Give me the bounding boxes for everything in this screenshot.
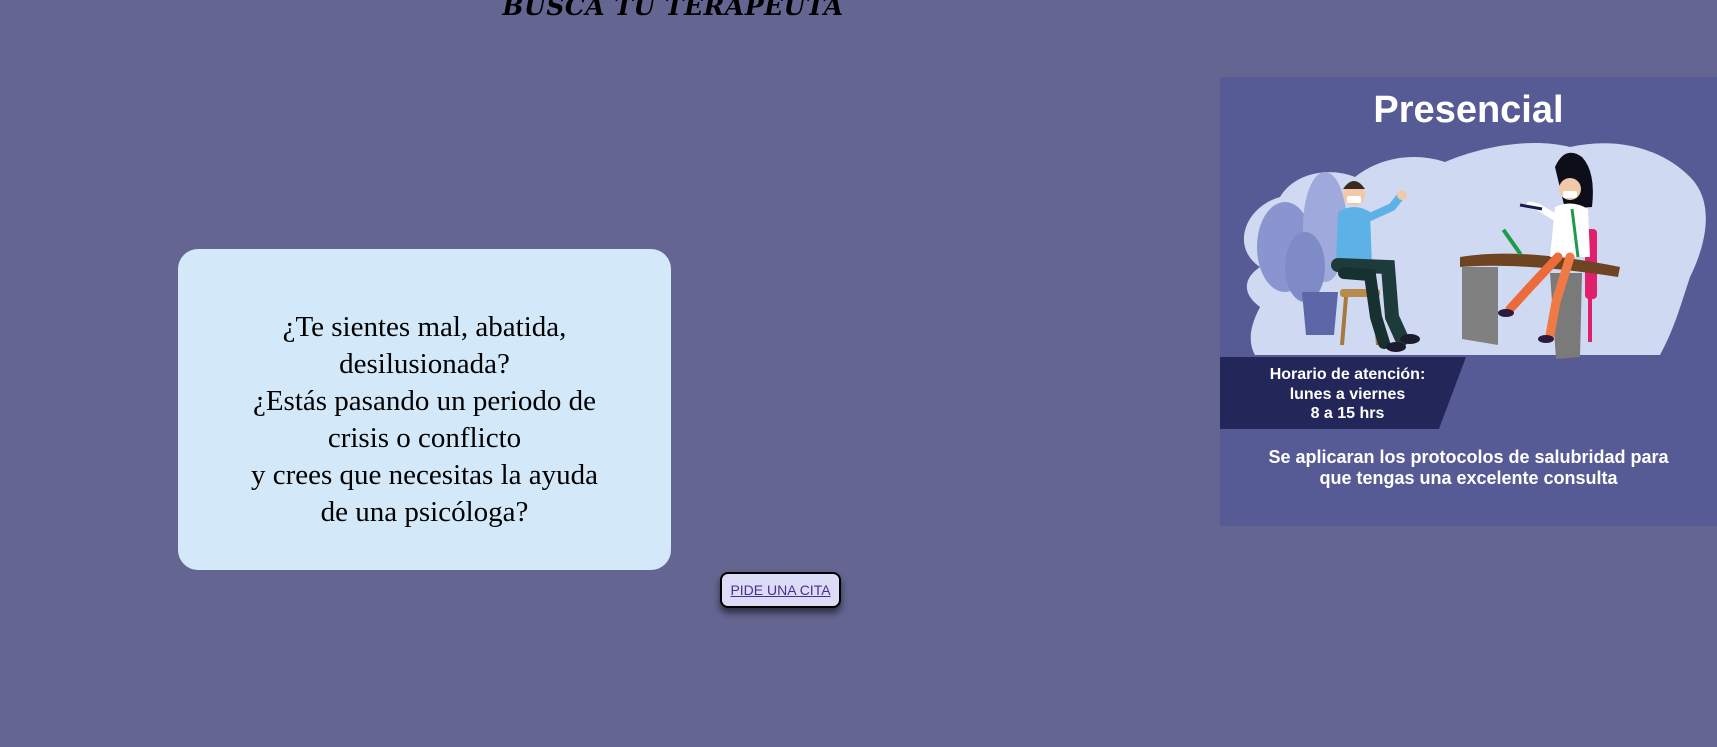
book-appointment-link[interactable]: PIDE UNA CITA	[730, 582, 830, 598]
message-line: ¿Te sientes mal, abatida,	[282, 310, 567, 343]
hours-time: 8 a 15 hrs	[1310, 405, 1385, 422]
message-line: y crees que necesitas la ayuda	[250, 458, 599, 491]
hours-days: lunes a viernes	[1289, 386, 1406, 403]
book-appointment-button[interactable]: PIDE UNA CITA	[720, 572, 841, 608]
promo-banner: Presencial Horario de atención: lunes a …	[1220, 77, 1717, 526]
message-card: ¿Te sientes mal, abatida, desilusionada?…	[178, 249, 671, 570]
message-line: ¿Estás pasando un periodo de	[252, 384, 597, 417]
message-line: crisis o conflicto	[327, 421, 522, 454]
message-line: de una psicóloga?	[320, 495, 529, 528]
page-title: BUSCA TU TERAPEUTA	[502, 0, 844, 21]
message-text: ¿Te sientes mal, abatida, desilusionada?…	[205, 309, 645, 531]
protocol-text: Se aplicaran los protocolos de salubrida…	[1220, 447, 1717, 489]
protocol-line: Se aplicaran los protocolos de salubrida…	[1268, 447, 1669, 467]
hours-label: Horario de atención:	[1269, 366, 1426, 383]
message-line: desilusionada?	[339, 347, 510, 380]
protocol-line: que tengas una excelente consulta	[1319, 468, 1618, 488]
